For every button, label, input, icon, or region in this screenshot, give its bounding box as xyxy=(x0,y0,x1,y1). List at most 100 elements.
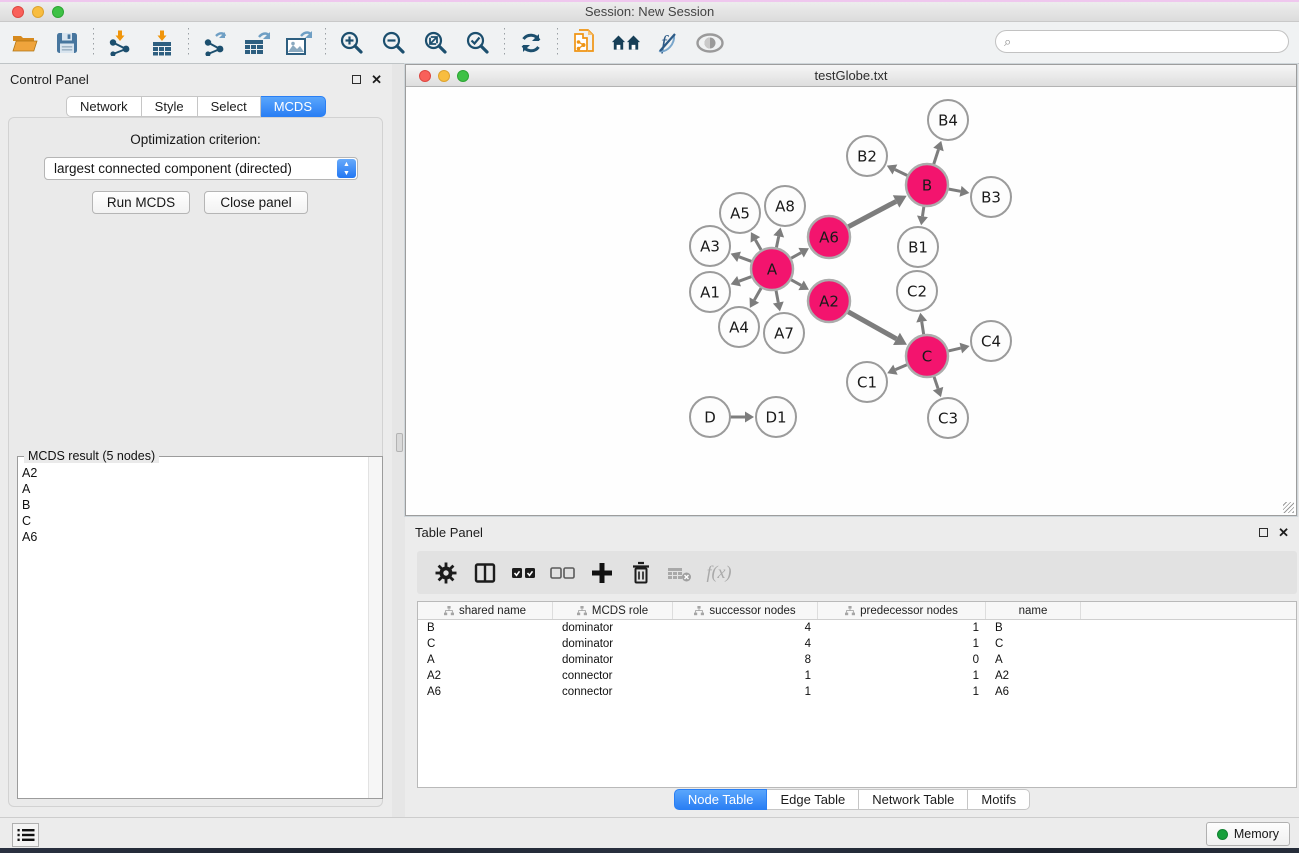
tab-motifs[interactable]: Motifs xyxy=(968,789,1030,810)
cell-name[interactable]: A xyxy=(986,652,1081,668)
cell-successor-nodes[interactable]: 1 xyxy=(673,684,818,700)
table-row[interactable]: A2connector11A2 xyxy=(418,668,1296,684)
close-table-panel-icon[interactable]: ✕ xyxy=(1278,528,1289,537)
export-image-icon[interactable] xyxy=(284,28,314,58)
result-list-item[interactable]: A2 xyxy=(22,465,368,481)
search-input[interactable] xyxy=(995,30,1289,53)
column-header-name[interactable]: name xyxy=(986,602,1081,619)
optimization-criterion-select[interactable]: largest connected component (directed) ▲… xyxy=(44,157,358,180)
import-table-from-file-icon[interactable] xyxy=(147,28,177,58)
cell-shared-name[interactable]: A xyxy=(418,652,553,668)
cell-predecessor-nodes[interactable]: 1 xyxy=(818,684,986,700)
column-settings-icon[interactable] xyxy=(433,560,459,586)
edge-B-B3[interactable] xyxy=(948,189,961,191)
add-column-icon[interactable] xyxy=(589,560,615,586)
edge-C-C4[interactable] xyxy=(947,348,960,351)
tab-edge-table[interactable]: Edge Table xyxy=(767,789,859,810)
cell-mcds-role[interactable]: connector xyxy=(553,668,673,684)
edge-C-C3[interactable] xyxy=(934,376,938,389)
save-session-icon[interactable] xyxy=(52,28,82,58)
edge-A-A3[interactable] xyxy=(739,257,752,262)
float-panel-icon[interactable] xyxy=(352,75,361,84)
task-history-button[interactable] xyxy=(12,823,39,847)
import-network-from-file-icon[interactable] xyxy=(105,28,135,58)
cell-predecessor-nodes[interactable]: 1 xyxy=(818,636,986,652)
result-list-item[interactable]: B xyxy=(22,497,368,513)
zoom-out-icon[interactable] xyxy=(379,28,409,58)
edge-A-A5[interactable] xyxy=(755,240,761,251)
run-mcds-button[interactable]: Run MCDS xyxy=(92,191,190,214)
edge-A6-B[interactable] xyxy=(848,201,897,227)
new-network-from-selection-icon[interactable] xyxy=(569,28,599,58)
zoom-selected-region-icon[interactable] xyxy=(463,28,493,58)
mcds-result-list[interactable]: A2ABCA6 xyxy=(18,461,368,798)
first-neighbors-icon[interactable] xyxy=(611,28,641,58)
open-session-icon[interactable] xyxy=(10,28,40,58)
tab-node-table[interactable]: Node Table xyxy=(674,789,768,810)
edge-A-A2[interactable] xyxy=(790,279,801,285)
cell-name[interactable]: A6 xyxy=(986,684,1081,700)
vertical-splitter-handle[interactable] xyxy=(396,433,403,452)
edge-A-A1[interactable] xyxy=(739,276,752,281)
show-columns-icon[interactable] xyxy=(472,560,498,586)
table-row[interactable]: Cdominator41C xyxy=(418,636,1296,652)
column-header-successor-nodes[interactable]: successor nodes xyxy=(673,602,818,619)
cell-predecessor-nodes[interactable]: 0 xyxy=(818,652,986,668)
zoom-fit-content-icon[interactable] xyxy=(421,28,451,58)
cell-mcds-role[interactable]: dominator xyxy=(553,652,673,668)
edge-A-A7[interactable] xyxy=(776,290,778,303)
show-graphics-details-icon[interactable] xyxy=(695,28,725,58)
edge-A2-C[interactable] xyxy=(847,311,896,339)
result-scrollbar[interactable] xyxy=(368,457,382,798)
table-row[interactable]: Bdominator41B xyxy=(418,620,1296,636)
column-header-mcds-role[interactable]: MCDS role xyxy=(553,602,673,619)
cell-mcds-role[interactable]: dominator xyxy=(553,620,673,636)
edge-A-A8[interactable] xyxy=(776,236,778,248)
tab-select[interactable]: Select xyxy=(198,96,261,117)
export-network-icon[interactable] xyxy=(200,28,230,58)
column-header-shared-name[interactable]: shared name xyxy=(418,602,553,619)
hide-formula-icon[interactable]: f xyxy=(653,28,683,58)
zoom-in-icon[interactable] xyxy=(337,28,367,58)
network-window-titlebar[interactable]: testGlobe.txt xyxy=(406,65,1296,87)
memory-button[interactable]: Memory xyxy=(1206,822,1290,846)
cell-successor-nodes[interactable]: 4 xyxy=(673,620,818,636)
tab-mcds[interactable]: MCDS xyxy=(261,96,326,117)
network-graph[interactable]: B4B2BB3A8A5A6A3B1AC2A1A2A4A7C4CC1C3DD1 xyxy=(406,87,1296,515)
deselect-all-checks-icon[interactable] xyxy=(550,560,576,586)
table-row[interactable]: Adominator80A xyxy=(418,652,1296,668)
result-list-item[interactable]: A xyxy=(22,481,368,497)
cell-mcds-role[interactable]: connector xyxy=(553,684,673,700)
delete-column-icon[interactable] xyxy=(628,560,654,586)
edge-A-A4[interactable] xyxy=(754,287,761,300)
cell-successor-nodes[interactable]: 4 xyxy=(673,636,818,652)
export-table-icon[interactable] xyxy=(242,28,272,58)
cell-mcds-role[interactable]: dominator xyxy=(553,636,673,652)
network-canvas[interactable]: B4B2BB3A8A5A6A3B1AC2A1A2A4A7C4CC1C3DD1 xyxy=(406,87,1296,515)
cell-successor-nodes[interactable]: 1 xyxy=(673,668,818,684)
edge-B-B4[interactable] xyxy=(933,149,938,165)
table-row[interactable]: A6connector11A6 xyxy=(418,684,1296,700)
cell-name[interactable]: C xyxy=(986,636,1081,652)
result-list-item[interactable]: A6 xyxy=(22,529,368,545)
cell-shared-name[interactable]: B xyxy=(418,620,553,636)
edge-A-A6[interactable] xyxy=(790,253,801,259)
edge-B-B2[interactable] xyxy=(895,169,908,175)
cell-shared-name[interactable]: C xyxy=(418,636,553,652)
cell-predecessor-nodes[interactable]: 1 xyxy=(818,620,986,636)
result-list-item[interactable]: C xyxy=(22,513,368,529)
node-table[interactable]: shared nameMCDS rolesuccessor nodesprede… xyxy=(417,601,1297,788)
float-table-panel-icon[interactable] xyxy=(1259,528,1268,537)
edge-C-C2[interactable] xyxy=(922,322,924,336)
select-all-checks-icon[interactable] xyxy=(511,560,537,586)
close-panel-button[interactable]: Close panel xyxy=(204,191,308,214)
cell-predecessor-nodes[interactable]: 1 xyxy=(818,668,986,684)
edge-B-B1[interactable] xyxy=(922,206,924,217)
cell-name[interactable]: A2 xyxy=(986,668,1081,684)
cell-successor-nodes[interactable]: 8 xyxy=(673,652,818,668)
tab-network-table[interactable]: Network Table xyxy=(859,789,968,810)
column-header-predecessor-nodes[interactable]: predecessor nodes xyxy=(818,602,986,619)
tab-style[interactable]: Style xyxy=(142,96,198,117)
cell-shared-name[interactable]: A6 xyxy=(418,684,553,700)
cell-name[interactable]: B xyxy=(986,620,1081,636)
